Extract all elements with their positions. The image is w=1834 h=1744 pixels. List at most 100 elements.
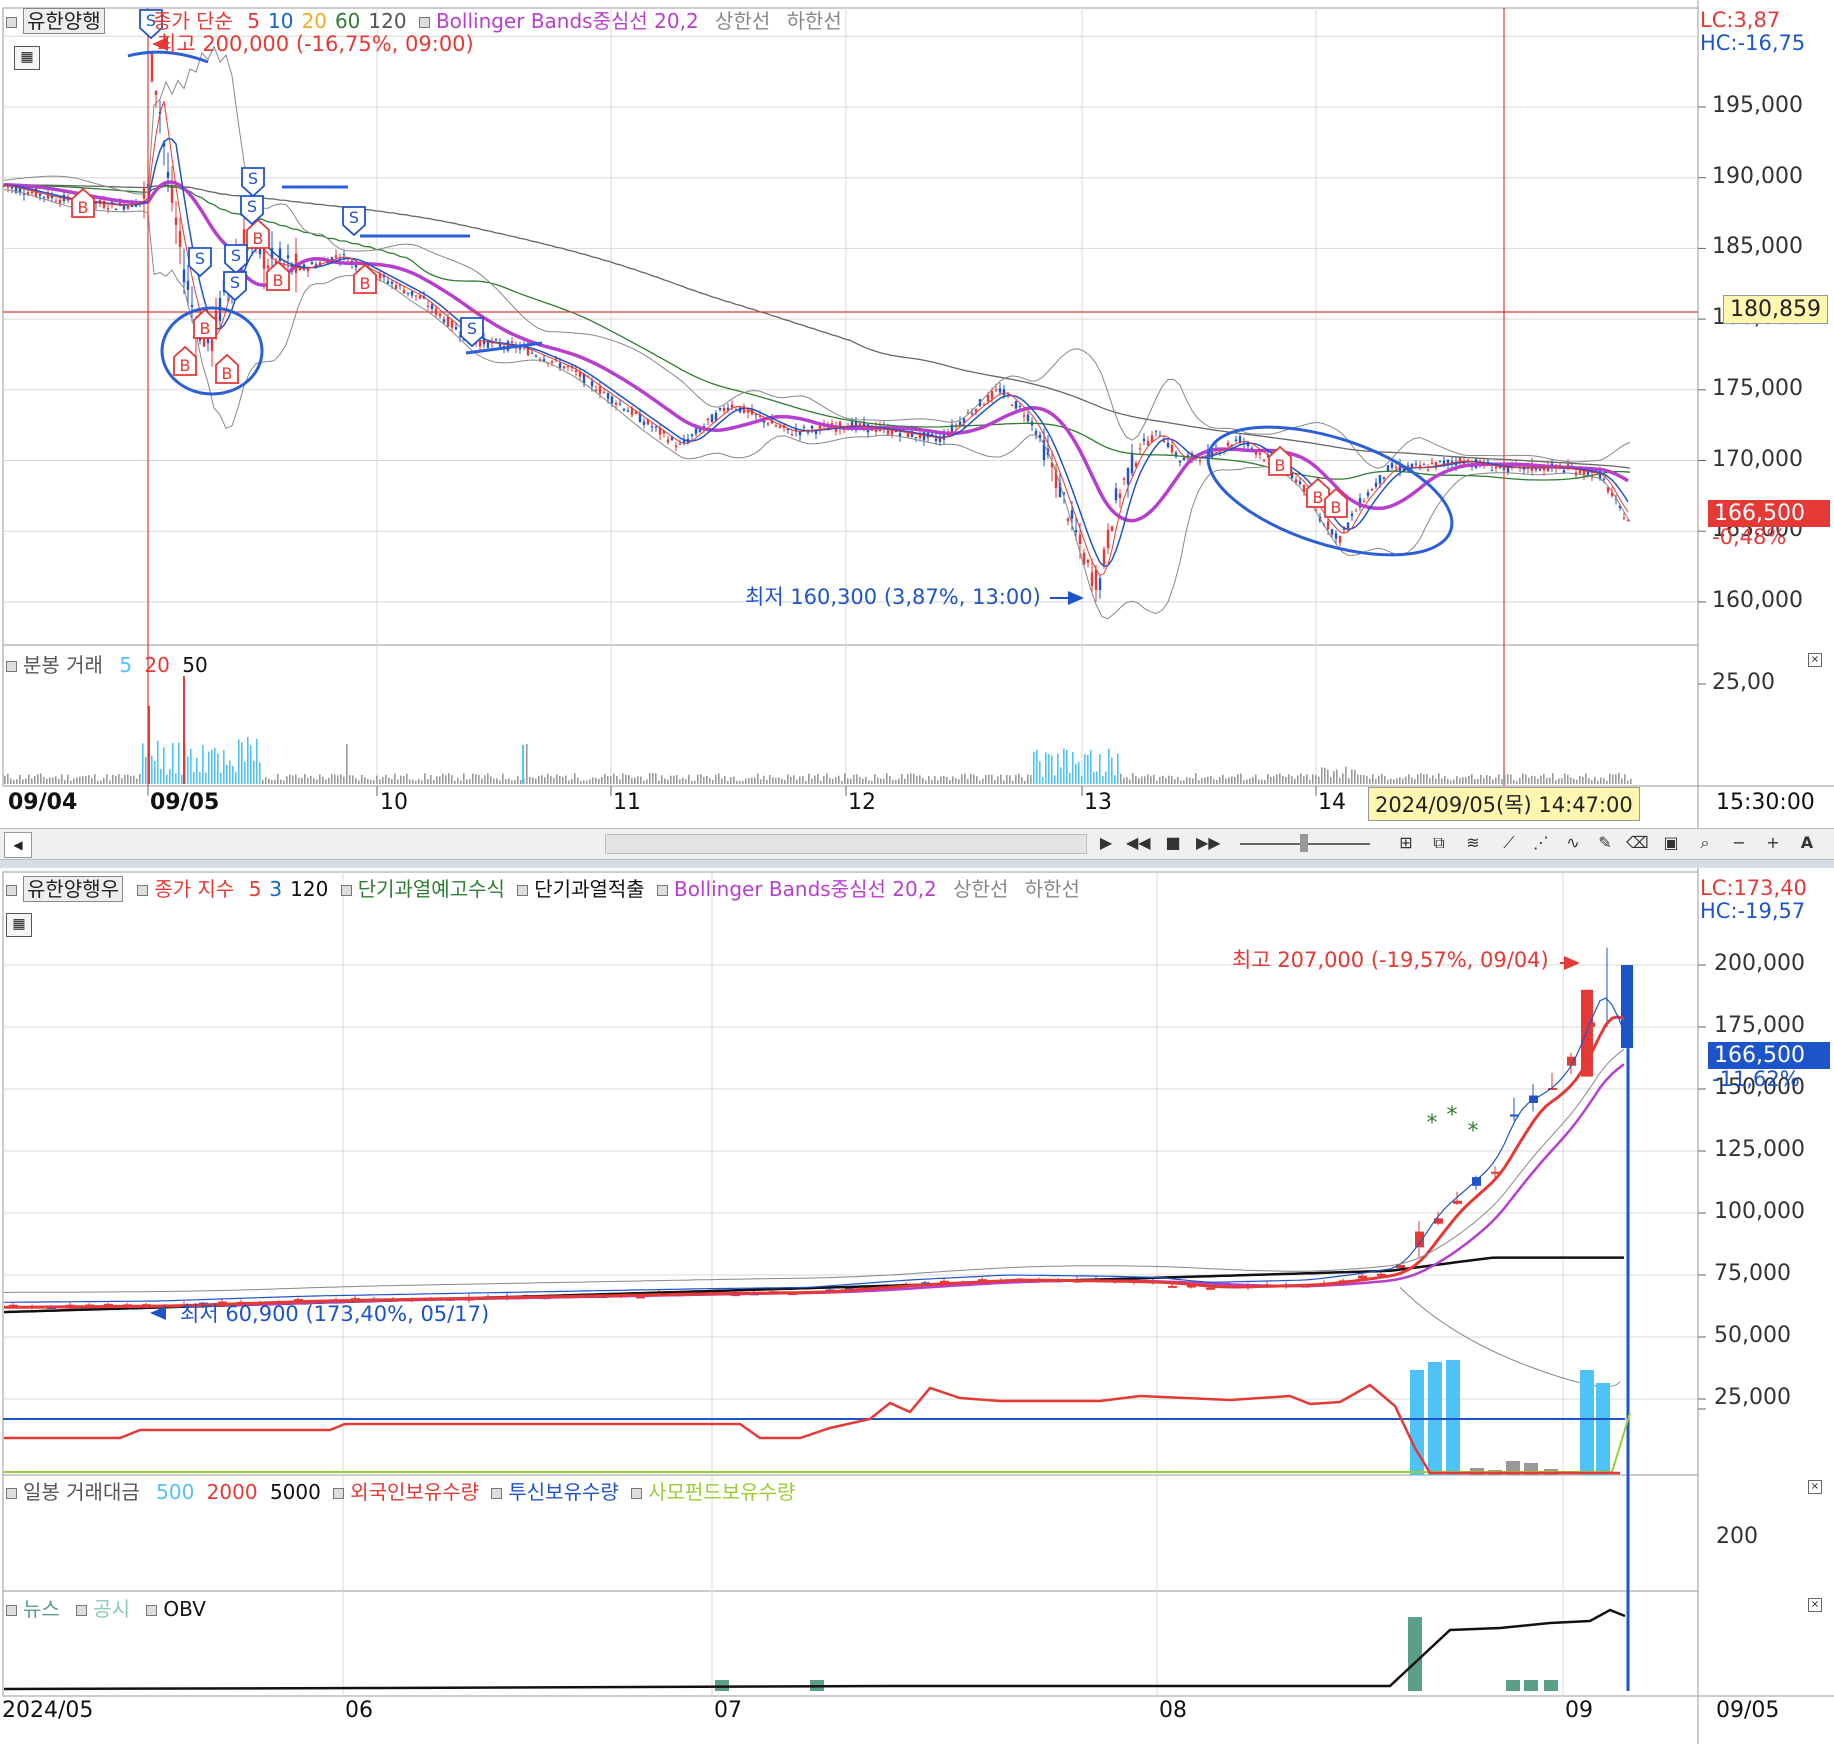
auto-scale-icon[interactable]: A	[1796, 832, 1818, 854]
pencil-icon[interactable]: ✎	[1594, 832, 1616, 854]
candle-body	[262, 247, 266, 269]
volume-bar	[1414, 779, 1416, 784]
candle-body	[650, 426, 654, 428]
news-checkbox-icon[interactable]	[6, 1605, 17, 1616]
pef-checkbox-icon[interactable]	[631, 1488, 643, 1499]
fast-forward-icon[interactable]: ▶▶	[1196, 832, 1221, 854]
overheat-checkbox-icon[interactable]	[340, 885, 352, 896]
volume-bar	[388, 777, 390, 784]
volume-checkbox-icon[interactable]	[6, 661, 17, 672]
symbol-name[interactable]: 유한양행	[23, 8, 105, 34]
foreign-checkbox-icon[interactable]	[333, 1488, 345, 1499]
volume-bar	[844, 773, 846, 784]
volume-bar	[859, 777, 861, 784]
volume-bar	[169, 768, 171, 784]
volume-bar	[1456, 776, 1458, 784]
volume-bar	[1552, 773, 1554, 784]
collapse-icon[interactable]: ×	[1808, 1480, 1822, 1494]
end-date: 09/05	[1716, 1698, 1780, 1723]
volume-bar	[961, 774, 963, 784]
volume-bar	[1144, 776, 1146, 784]
play-icon[interactable]: ▶	[1095, 832, 1117, 854]
legend-checkbox-icon[interactable]	[6, 885, 17, 896]
volume-bar	[1426, 774, 1428, 784]
obv-checkbox-icon[interactable]	[146, 1605, 158, 1616]
candle-body	[266, 265, 270, 269]
candle-body	[1350, 513, 1354, 517]
marker-letter: S	[231, 246, 241, 265]
volume-bar	[397, 779, 399, 784]
bb-checkbox-icon[interactable]	[418, 17, 430, 28]
bb-checkbox-icon[interactable]	[657, 885, 669, 896]
fibonacci-icon[interactable]: ⋰	[1530, 832, 1552, 854]
candle-body	[730, 404, 734, 408]
x-tick-label: 09/05	[150, 790, 220, 815]
volume-bar	[691, 780, 693, 784]
candle-body	[986, 394, 990, 402]
volume-bar	[1580, 1370, 1594, 1475]
volume-bar	[1486, 775, 1488, 784]
scroll-left-icon[interactable]: ◀	[4, 832, 32, 858]
zoom-slider-handle[interactable]	[1300, 834, 1308, 852]
candle-body	[510, 341, 514, 343]
x-tick-label: 14	[1318, 790, 1346, 815]
volume-bar	[79, 776, 81, 784]
window-icon[interactable]: ⧉	[1428, 832, 1450, 854]
collapse-icon[interactable]: ×	[1808, 1598, 1822, 1612]
search-icon[interactable]: ⌕	[1694, 832, 1716, 854]
volume-bar	[103, 777, 105, 784]
volume-bar	[1516, 780, 1518, 784]
volume-bar	[1327, 769, 1329, 784]
close-checkbox-icon[interactable]	[137, 885, 149, 896]
last-change: -11,62%	[1712, 1067, 1800, 1091]
rewind-icon[interactable]: ◀◀	[1126, 832, 1151, 854]
volume-bar	[1231, 776, 1233, 784]
volume-bar	[520, 780, 522, 784]
scrollbar-thumb[interactable]	[605, 834, 1087, 854]
volume-checkbox-icon[interactable]	[6, 1488, 17, 1499]
volume-bar	[877, 777, 879, 784]
symbol-name[interactable]: 유한양행우	[23, 876, 123, 902]
volume-bar	[1288, 774, 1290, 784]
candle-body	[618, 403, 622, 405]
table-grid-icon[interactable]: ▦	[14, 46, 40, 70]
volume-bar	[493, 778, 495, 784]
volume-bar	[1234, 777, 1236, 784]
eraser-icon[interactable]: ⌫	[1626, 832, 1649, 854]
volume-ma-2000: 2000	[206, 1480, 258, 1504]
trust-checkbox-icon[interactable]	[491, 1488, 503, 1499]
volume-bar	[1345, 766, 1347, 784]
volume-bar	[991, 774, 993, 784]
volume-bar	[1072, 752, 1074, 784]
volume-bar	[406, 773, 408, 784]
stop-icon[interactable]: ■	[1162, 832, 1184, 854]
zoom-out-icon[interactable]: −	[1728, 832, 1750, 854]
marker-letter: B	[1331, 498, 1342, 517]
volume-bar	[1495, 777, 1497, 784]
candle-body	[1166, 442, 1170, 448]
news-bar	[1524, 1680, 1538, 1691]
detect-checkbox-icon[interactable]	[517, 885, 529, 896]
volume-bar	[187, 756, 189, 784]
collapse-icon[interactable]: ×	[1808, 653, 1822, 667]
volume-bar	[436, 776, 438, 784]
trend-line-icon[interactable]: ⟋	[1498, 832, 1520, 854]
intraday-price-chart[interactable]: BBB BBB BBBBSSSS SSSS	[0, 0, 1834, 828]
table-grid-icon[interactable]: ▦	[6, 913, 32, 937]
volume-bar	[379, 779, 381, 784]
volume-bar	[778, 777, 780, 784]
volume-bar	[358, 780, 360, 784]
volume-bar	[217, 753, 219, 784]
volume-bar	[727, 780, 729, 784]
legend-checkbox-icon[interactable]	[6, 17, 17, 28]
chart-type-icon[interactable]: ≋	[1462, 832, 1484, 854]
layout-icon[interactable]: ⊞	[1395, 832, 1417, 854]
volume-bar	[703, 776, 705, 784]
volume-bar	[127, 774, 129, 784]
candle-body	[126, 205, 130, 209]
save-image-icon[interactable]: ▣	[1660, 832, 1682, 854]
wave-icon[interactable]: ∿	[1562, 832, 1584, 854]
disclosure-checkbox-icon[interactable]	[76, 1605, 88, 1616]
volume-label: 분봉 거래	[23, 653, 103, 677]
zoom-in-icon[interactable]: +	[1762, 832, 1784, 854]
